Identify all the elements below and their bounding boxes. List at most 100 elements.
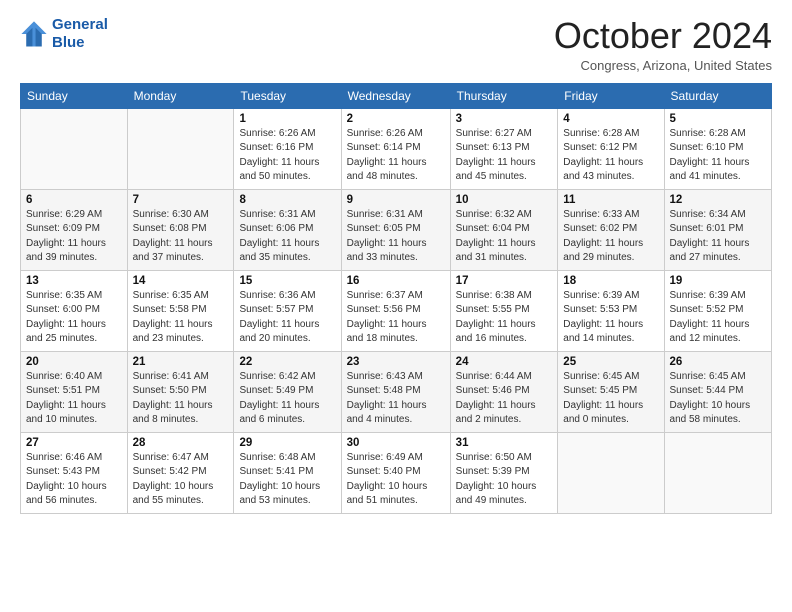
- day-info: Sunrise: 6:39 AM Sunset: 5:52 PM Dayligh…: [670, 289, 766, 347]
- day-info: Sunrise: 6:41 AM Sunset: 5:50 PM Dayligh…: [133, 370, 229, 428]
- day-cell: 19Sunrise: 6:39 AM Sunset: 5:52 PM Dayli…: [664, 270, 771, 351]
- day-cell: 21Sunrise: 6:41 AM Sunset: 5:50 PM Dayli…: [127, 351, 234, 432]
- day-cell: 29 Sunrise: 6:48 AM Sunset: 5:41 PM Dayli…: [234, 432, 341, 513]
- day-number: 29: [239, 437, 335, 449]
- day-info: Sunrise: 6:28 AM Sunset: 6:12 PM Dayligh…: [563, 127, 658, 185]
- day-cell: 16Sunrise: 6:37 AM Sunset: 5:56 PM Dayli…: [341, 270, 450, 351]
- day-cell: 13Sunrise: 6:35 AM Sunset: 6:00 PM Dayli…: [21, 270, 128, 351]
- week-row-3: 13Sunrise: 6:35 AM Sunset: 6:00 PM Dayli…: [21, 270, 772, 351]
- week-row-5: 27 Sunrise: 6:46 AM Sunset: 5:43 PM Dayli…: [21, 432, 772, 513]
- day-info: Sunrise: 6:30 AM Sunset: 6:08 PM Dayligh…: [133, 208, 229, 266]
- day-number: 24: [456, 356, 553, 368]
- day-info: Sunrise: 6:43 AM Sunset: 5:48 PM Dayligh…: [347, 370, 445, 428]
- day-number: 20: [26, 356, 122, 368]
- day-cell: 12 Sunrise: 6:34 AM Sunset: 6:01 PM Dayli…: [664, 189, 771, 270]
- day-number: 30: [347, 437, 445, 449]
- day-info: Sunrise: 6:33 AM Sunset: 6:02 PM Dayligh…: [563, 208, 658, 266]
- logo-line1: General: [52, 16, 108, 33]
- day-info: Sunrise: 6:44 AM Sunset: 5:46 PM Dayligh…: [456, 370, 553, 428]
- day-info: Sunrise: 6:46 AM Sunset: 5:43 PM Dayligh…: [26, 451, 122, 509]
- day-info: Sunrise: 6:50 AM Sunset: 5:39 PM Dayligh…: [456, 451, 553, 509]
- day-info: Sunrise: 6:39 AM Sunset: 5:53 PM Dayligh…: [563, 289, 658, 347]
- day-cell: [558, 432, 664, 513]
- day-cell: 3 Sunrise: 6:27 AM Sunset: 6:13 PM Daylig…: [450, 108, 558, 189]
- day-info: Sunrise: 6:35 AM Sunset: 6:00 PM Dayligh…: [26, 289, 122, 347]
- header-day-wednesday: Wednesday: [341, 83, 450, 108]
- day-cell: 8 Sunrise: 6:31 AM Sunset: 6:06 PM Daylig…: [234, 189, 341, 270]
- calendar-table: SundayMondayTuesdayWednesdayThursdayFrid…: [20, 83, 772, 514]
- day-cell: 18Sunrise: 6:39 AM Sunset: 5:53 PM Dayli…: [558, 270, 664, 351]
- day-number: 12: [670, 194, 766, 206]
- day-number: 1: [239, 113, 335, 125]
- day-cell: 14 Sunrise: 6:35 AM Sunset: 5:58 PM Dayli…: [127, 270, 234, 351]
- day-number: 26: [670, 356, 766, 368]
- header-row: SundayMondayTuesdayWednesdayThursdayFrid…: [21, 83, 772, 108]
- day-cell: 11 Sunrise: 6:33 AM Sunset: 6:02 PM Dayli…: [558, 189, 664, 270]
- day-number: 2: [347, 113, 445, 125]
- header: General Blue October 2024 Congress, Ariz…: [20, 16, 772, 73]
- day-number: 7: [133, 194, 229, 206]
- day-info: Sunrise: 6:45 AM Sunset: 5:45 PM Dayligh…: [563, 370, 658, 428]
- day-info: Sunrise: 6:45 AM Sunset: 5:44 PM Dayligh…: [670, 370, 766, 428]
- day-number: 28: [133, 437, 229, 449]
- day-cell: 10 Sunrise: 6:32 AM Sunset: 6:04 PM Dayli…: [450, 189, 558, 270]
- day-number: 27: [26, 437, 122, 449]
- day-cell: 4Sunrise: 6:28 AM Sunset: 6:12 PM Daylig…: [558, 108, 664, 189]
- day-cell: 27 Sunrise: 6:46 AM Sunset: 5:43 PM Dayli…: [21, 432, 128, 513]
- header-day-thursday: Thursday: [450, 83, 558, 108]
- day-info: Sunrise: 6:28 AM Sunset: 6:10 PM Dayligh…: [670, 127, 766, 185]
- day-cell: 24 Sunrise: 6:44 AM Sunset: 5:46 PM Dayli…: [450, 351, 558, 432]
- day-number: 11: [563, 194, 658, 206]
- day-number: 17: [456, 275, 553, 287]
- day-info: Sunrise: 6:35 AM Sunset: 5:58 PM Dayligh…: [133, 289, 229, 347]
- day-cell: 7 Sunrise: 6:30 AM Sunset: 6:08 PM Daylig…: [127, 189, 234, 270]
- day-info: Sunrise: 6:34 AM Sunset: 6:01 PM Dayligh…: [670, 208, 766, 266]
- day-number: 8: [239, 194, 335, 206]
- day-number: 5: [670, 113, 766, 125]
- day-info: Sunrise: 6:38 AM Sunset: 5:55 PM Dayligh…: [456, 289, 553, 347]
- day-cell: 30Sunrise: 6:49 AM Sunset: 5:40 PM Dayli…: [341, 432, 450, 513]
- logo: General Blue: [20, 16, 108, 52]
- day-info: Sunrise: 6:32 AM Sunset: 6:04 PM Dayligh…: [456, 208, 553, 266]
- day-number: 23: [347, 356, 445, 368]
- day-cell: [664, 432, 771, 513]
- day-cell: 15 Sunrise: 6:36 AM Sunset: 5:57 PM Dayli…: [234, 270, 341, 351]
- calendar-body: 1Sunrise: 6:26 AM Sunset: 6:16 PM Daylig…: [21, 108, 772, 513]
- location: Congress, Arizona, United States: [554, 58, 772, 73]
- day-cell: 31Sunrise: 6:50 AM Sunset: 5:39 PM Dayli…: [450, 432, 558, 513]
- header-day-saturday: Saturday: [664, 83, 771, 108]
- calendar-header: SundayMondayTuesdayWednesdayThursdayFrid…: [21, 83, 772, 108]
- day-info: Sunrise: 6:29 AM Sunset: 6:09 PM Dayligh…: [26, 208, 122, 266]
- page: General Blue October 2024 Congress, Ariz…: [0, 0, 792, 612]
- day-cell: 1Sunrise: 6:26 AM Sunset: 6:16 PM Daylig…: [234, 108, 341, 189]
- day-info: Sunrise: 6:31 AM Sunset: 6:05 PM Dayligh…: [347, 208, 445, 266]
- title-block: October 2024 Congress, Arizona, United S…: [554, 16, 772, 73]
- day-info: Sunrise: 6:37 AM Sunset: 5:56 PM Dayligh…: [347, 289, 445, 347]
- logo-text: General Blue: [52, 16, 108, 52]
- day-cell: 5 Sunrise: 6:28 AM Sunset: 6:10 PM Daylig…: [664, 108, 771, 189]
- header-day-monday: Monday: [127, 83, 234, 108]
- day-cell: 25Sunrise: 6:45 AM Sunset: 5:45 PM Dayli…: [558, 351, 664, 432]
- day-cell: 2Sunrise: 6:26 AM Sunset: 6:14 PM Daylig…: [341, 108, 450, 189]
- week-row-4: 20 Sunrise: 6:40 AM Sunset: 5:51 PM Dayli…: [21, 351, 772, 432]
- day-info: Sunrise: 6:42 AM Sunset: 5:49 PM Dayligh…: [239, 370, 335, 428]
- day-cell: [21, 108, 128, 189]
- day-info: Sunrise: 6:48 AM Sunset: 5:41 PM Dayligh…: [239, 451, 335, 509]
- day-info: Sunrise: 6:40 AM Sunset: 5:51 PM Dayligh…: [26, 370, 122, 428]
- month-title: October 2024: [554, 16, 772, 56]
- day-cell: 6Sunrise: 6:29 AM Sunset: 6:09 PM Daylig…: [21, 189, 128, 270]
- day-number: 15: [239, 275, 335, 287]
- day-cell: 20 Sunrise: 6:40 AM Sunset: 5:51 PM Dayli…: [21, 351, 128, 432]
- header-day-friday: Friday: [558, 83, 664, 108]
- day-number: 9: [347, 194, 445, 206]
- day-number: 14: [133, 275, 229, 287]
- logo-icon: [20, 20, 48, 48]
- day-cell: [127, 108, 234, 189]
- day-cell: 23 Sunrise: 6:43 AM Sunset: 5:48 PM Dayli…: [341, 351, 450, 432]
- header-day-tuesday: Tuesday: [234, 83, 341, 108]
- day-info: Sunrise: 6:36 AM Sunset: 5:57 PM Dayligh…: [239, 289, 335, 347]
- day-info: Sunrise: 6:31 AM Sunset: 6:06 PM Dayligh…: [239, 208, 335, 266]
- day-number: 3: [456, 113, 553, 125]
- day-info: Sunrise: 6:27 AM Sunset: 6:13 PM Dayligh…: [456, 127, 553, 185]
- day-number: 10: [456, 194, 553, 206]
